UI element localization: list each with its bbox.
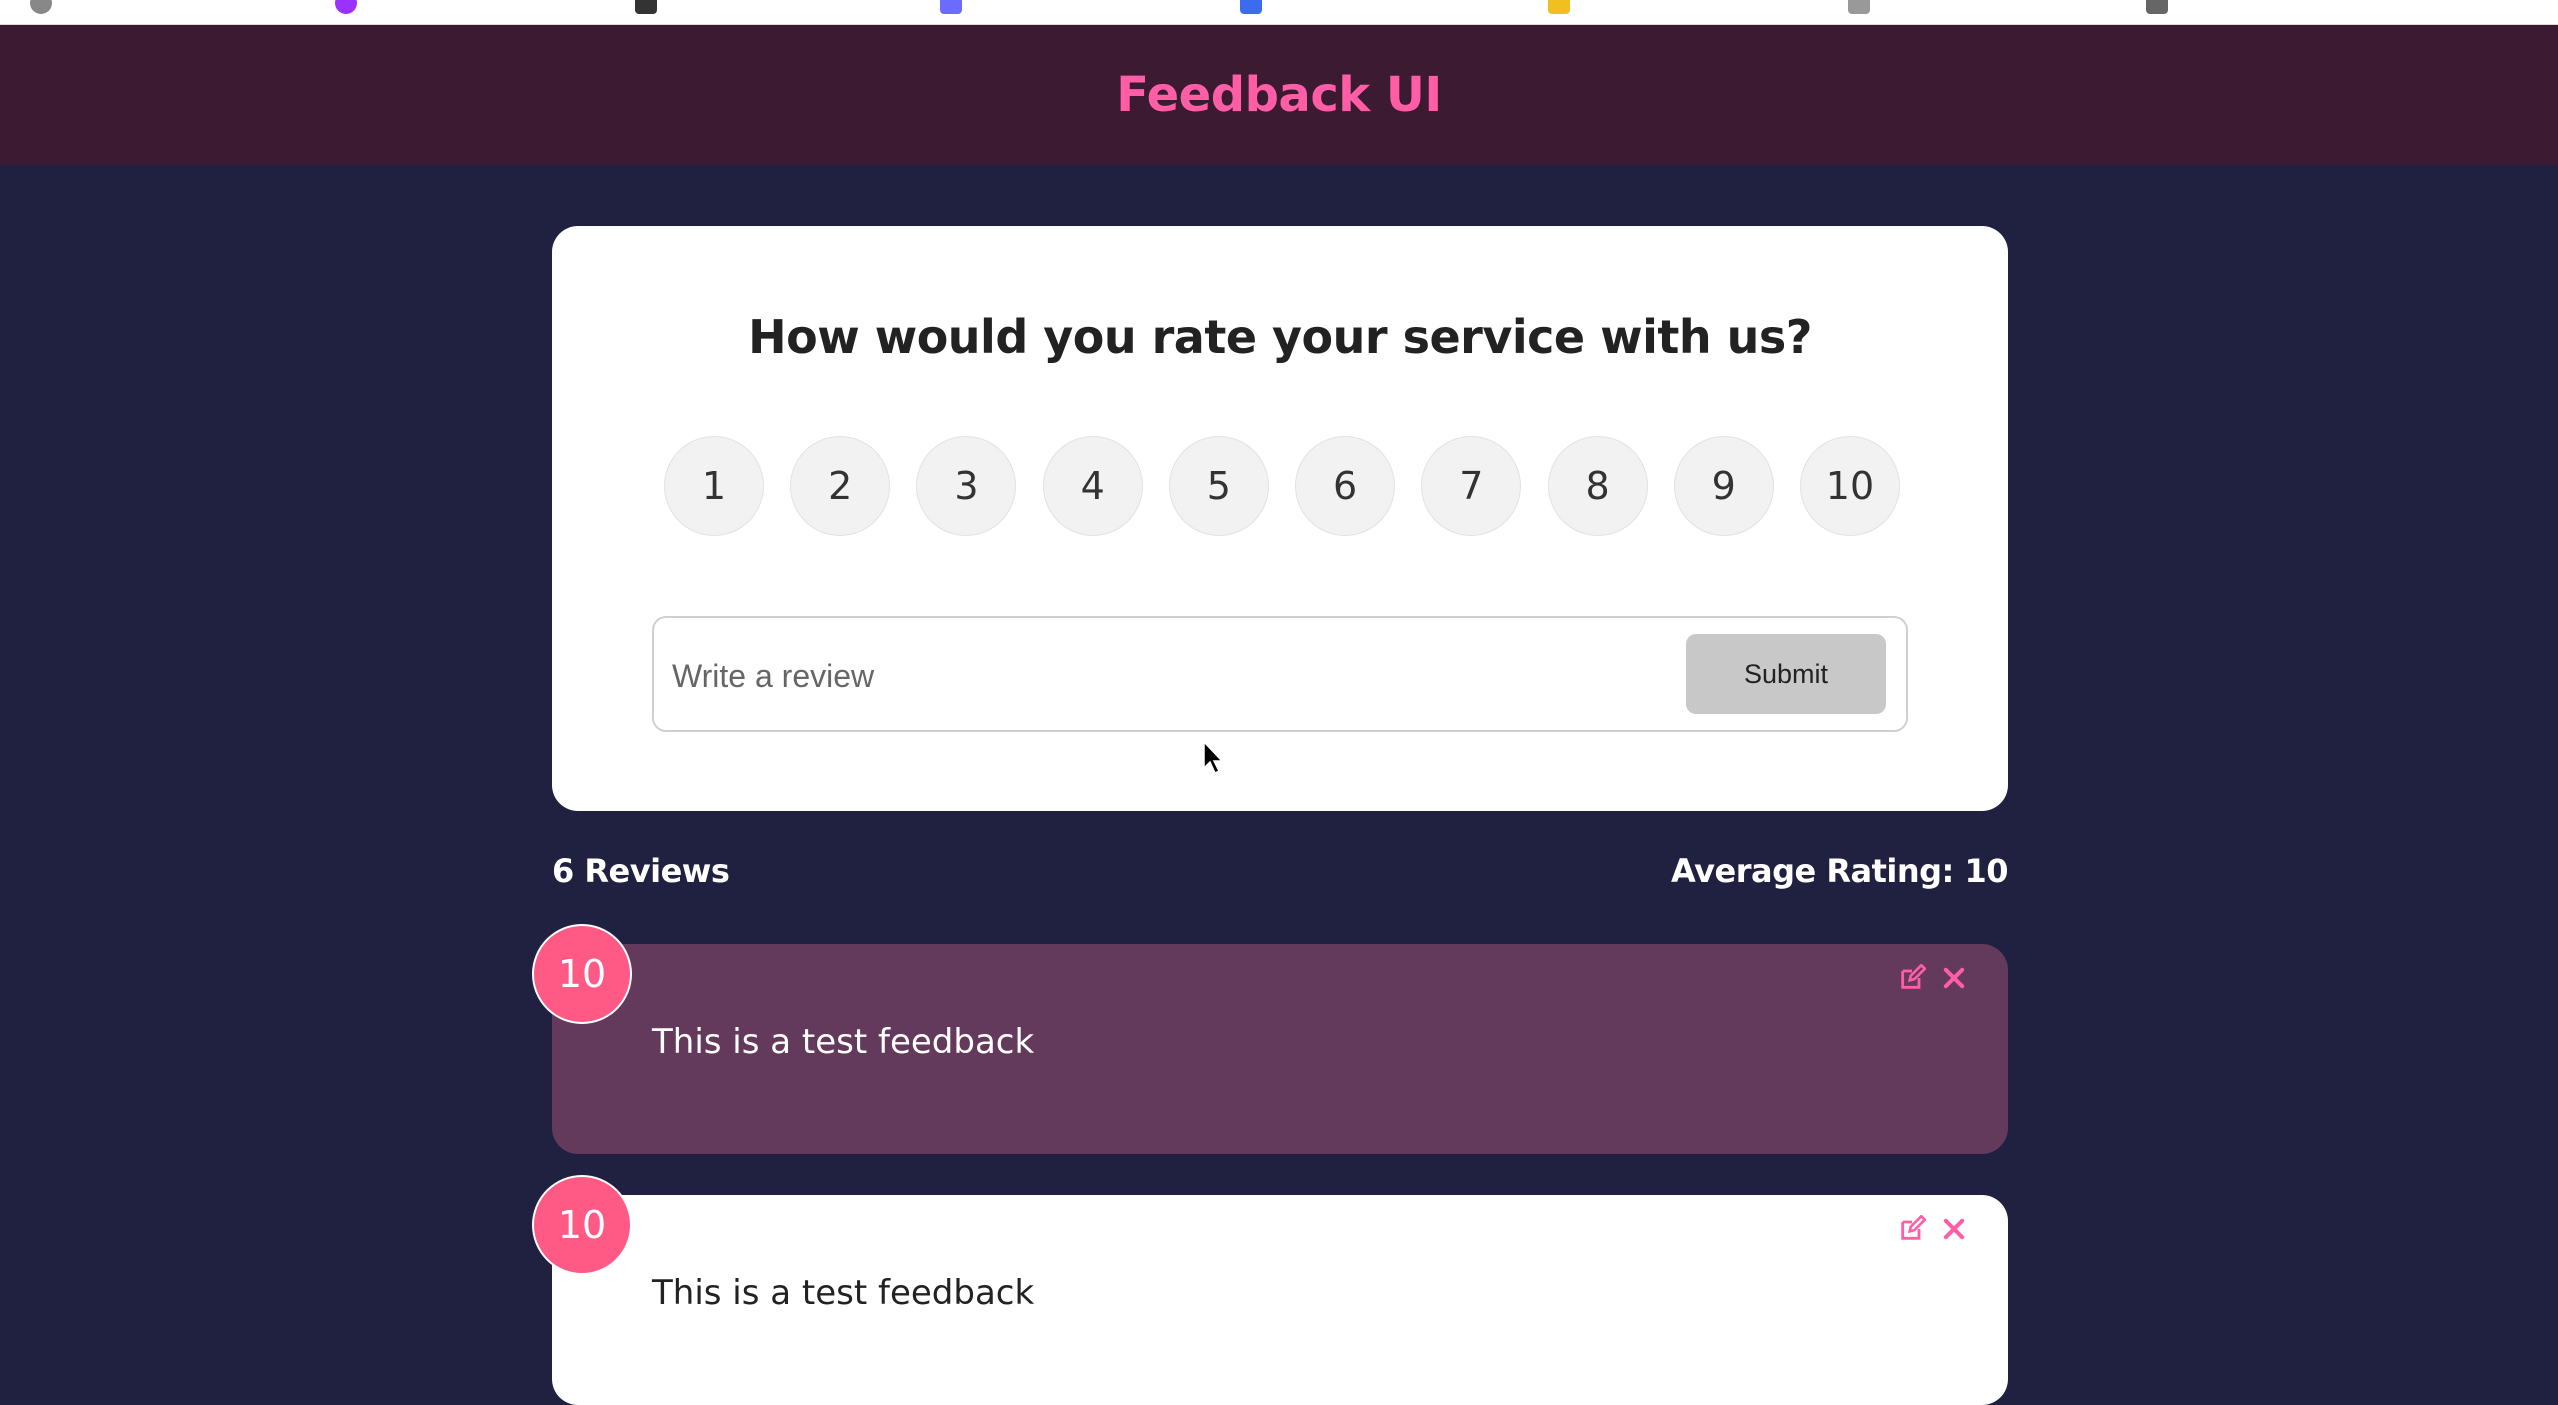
bookmark-item[interactable] xyxy=(2146,0,2168,14)
rating-option-3[interactable]: 3 xyxy=(916,436,1017,536)
rating-option-5[interactable]: 5 xyxy=(1168,436,1269,536)
close-icon[interactable] xyxy=(1940,1215,1968,1243)
rating-option-10[interactable]: 10 xyxy=(1799,436,1900,536)
rating-option-1[interactable]: 1 xyxy=(664,436,764,536)
feedback-rating-badge: 10 xyxy=(532,924,632,1024)
rating-option-6[interactable]: 6 xyxy=(1295,436,1396,536)
rating-option-8[interactable]: 8 xyxy=(1547,436,1648,536)
app-title: Feedback UI xyxy=(1116,67,1442,123)
review-stats: 6 Reviews Average Rating: 10 xyxy=(552,852,2008,890)
bookmark-icon xyxy=(1240,0,1262,14)
review-count: 6 Reviews xyxy=(552,852,730,890)
feedback-form-card: How would you rate your service with us?… xyxy=(552,226,2008,811)
review-input-group: Submit xyxy=(652,616,1908,732)
rating-question: How would you rate your service with us? xyxy=(748,310,1812,364)
close-icon[interactable] xyxy=(1940,964,1968,992)
bookmark-icon xyxy=(940,0,962,14)
bookmark-item[interactable] xyxy=(635,0,657,14)
rating-selector: 1 2 3 4 5 6 7 8 9 10 xyxy=(664,436,1900,536)
rating-option-4[interactable]: 4 xyxy=(1042,436,1143,536)
feedback-actions xyxy=(1898,964,1968,992)
bookmark-item[interactable] xyxy=(1548,0,1570,14)
rating-option-2[interactable]: 2 xyxy=(790,436,891,536)
feedback-rating-badge: 10 xyxy=(532,1175,632,1275)
bookmark-icon xyxy=(1848,0,1870,14)
average-rating: Average Rating: 10 xyxy=(1671,852,2008,890)
globe-icon xyxy=(30,0,52,14)
bookmark-item[interactable] xyxy=(30,0,52,14)
feedback-item: 10 This is a test feedback xyxy=(532,1175,2008,1405)
edit-icon[interactable] xyxy=(1898,1215,1926,1243)
submit-button[interactable]: Submit xyxy=(1686,634,1886,714)
rating-option-9[interactable]: 9 xyxy=(1673,436,1774,536)
bookmark-icon xyxy=(635,0,657,14)
bookmark-item[interactable] xyxy=(940,0,962,14)
bookmark-item[interactable] xyxy=(335,0,357,14)
bookmark-item[interactable] xyxy=(1848,0,1870,14)
bookmarks-bar xyxy=(0,0,2558,25)
feedback-item: 10 This is a test feedback xyxy=(532,924,2008,1154)
review-input[interactable] xyxy=(672,648,1652,704)
app-header: Feedback UI xyxy=(0,25,2558,165)
bookmark-icon xyxy=(335,0,357,14)
mouse-cursor-icon xyxy=(1203,740,1224,775)
rating-option-7[interactable]: 7 xyxy=(1421,436,1522,536)
bookmark-icon xyxy=(2146,0,2168,14)
bookmark-item[interactable] xyxy=(1240,0,1262,14)
feedback-actions xyxy=(1898,1215,1968,1243)
edit-icon[interactable] xyxy=(1898,964,1926,992)
feedback-text: This is a test feedback xyxy=(652,1022,1035,1062)
bookmark-icon xyxy=(1548,0,1570,14)
feedback-text: This is a test feedback xyxy=(652,1273,1035,1313)
